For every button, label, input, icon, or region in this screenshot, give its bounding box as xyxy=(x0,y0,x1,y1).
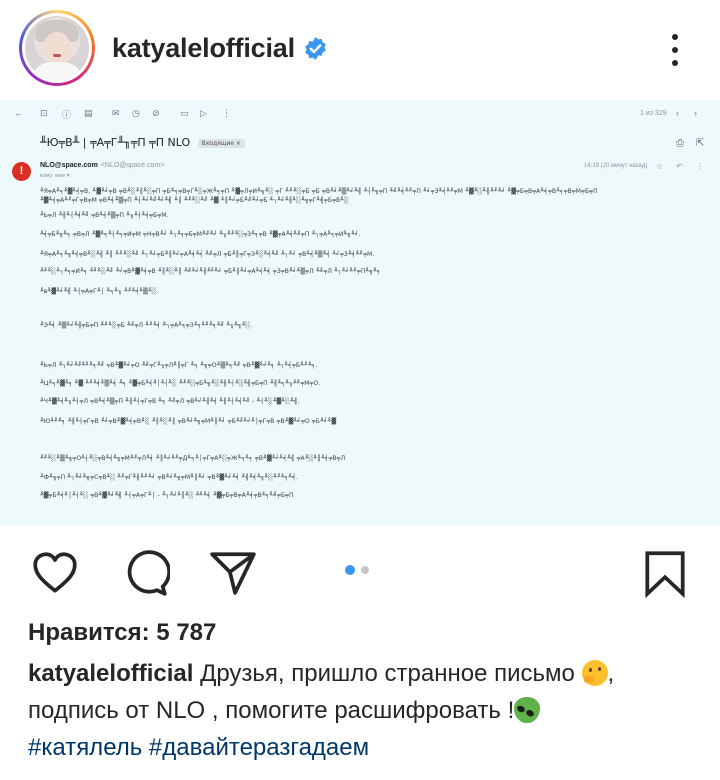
profile-photo xyxy=(25,16,89,80)
sender-name: NLO@space.com xyxy=(40,162,98,169)
prev-icon: ‹ xyxy=(676,108,679,118)
clock-icon: ◷ xyxy=(132,108,140,118)
caption-text: Друзья, пришло странное письмо xyxy=(193,660,575,687)
task-icon: ⊘ xyxy=(152,108,160,118)
back-arrow-icon: ← xyxy=(14,108,23,118)
mail-count: 1 из 329 xyxy=(640,110,667,117)
more-dot xyxy=(672,34,678,40)
avatar-ring-gap xyxy=(22,13,92,83)
mail-body-line: ╨Ч╨▓╨╡╨╖╨┤╤Л ╤В╨╡╨▒╤П ╨╢╨┤╤Г╤В ╨╕ ╨╝╤Л ╤… xyxy=(40,398,300,405)
post-image[interactable]: ← ⊡ ⓘ ▤ ✉ ◷ ⊘ ▭ ▷ ⋮ 1 из 329 ‹ › ╨Ю╤В╨ |… xyxy=(0,100,720,526)
reply-icon: ↶ xyxy=(676,162,683,171)
more-icon: ⋮ xyxy=(696,162,704,171)
comment-icon[interactable] xyxy=(120,548,170,598)
mail-body-line: ╨╡╤Б╨╗╨╕ ╤В╤Л ╨▓╨╕╨┤╨╕╤И╤М ╤Н╤В╨╛ ╨┐╨╕╤Б… xyxy=(40,231,361,238)
mail-body-line: ╨╜╨░╨┐╨╕╤И╨╕ ╨╜╨░╨╝ ╨╛╤В╨▓╨╡╤В ╨║╨░╨║ ╨╝… xyxy=(40,268,381,275)
more-dot xyxy=(672,60,678,66)
move-icon: ▭ xyxy=(180,108,189,118)
archive-icon: ⊡ xyxy=(40,108,48,118)
mail-subject: ╨Ю╤В╨ | ╤А╤Г╨╖╤П ╤П NLO Входящие × xyxy=(40,136,245,149)
mail-body-line: ╨Ь╤Л ╨┐╨╛╨╝╨╜╨╕╨╝ ╤В╨▓╨╛╤О ╨╝╤Г╨╖╤Л╨║╤Г … xyxy=(40,362,318,369)
print-icon: ⎙ xyxy=(676,138,684,149)
post-header: katyalelofficial xyxy=(0,0,720,100)
alien-emoji xyxy=(514,697,541,723)
mail-body-line: ╨Ф╨╗╤П ╨┐╨╛╨╗╤С╤В╨░ ╨╜╤Г╨╢╨╜╨╛ ╤В╨╛╨╗╤М╨… xyxy=(40,474,299,481)
mail-time: 14:19 (20 минут назад) xyxy=(584,163,648,169)
inbox-tag: Входящие × xyxy=(197,138,245,148)
mail-subject-text: ╨Ю╤В╨ | ╤А╤Г╨╖╤П ╤П NLO xyxy=(40,136,191,149)
open-new-icon: ⇱ xyxy=(696,138,705,149)
more-dot xyxy=(672,47,678,53)
heart-icon[interactable] xyxy=(30,548,80,598)
avatar[interactable] xyxy=(19,10,95,86)
mail-body-line: ╨Ю╨╜╨╕ ╨╢╨┤╤Г╤В ╨╛╤В╨▓╨╡╤В╨░ ╨║╨░╨║ ╤В╨╛… xyxy=(40,418,337,425)
share-icon[interactable] xyxy=(208,548,258,598)
mail-body-line: ╨▓╨╡╤А╨╜╤Г╤В╤М ╤В╨╡╨▒╤П ╨┤╨╛╨╝╨╛╨╣ ╨║ ╨╜… xyxy=(40,197,349,204)
mail-body-line: ╨╜╨░╨▒╨╗╤О╨┤╨░╤В╨╡╨╗╤М╨╜╤Л╨╡ ╨║╨╛╨╜╤Д╨╕╨… xyxy=(40,455,346,462)
carousel-dot-active xyxy=(345,565,355,575)
likes-count[interactable]: Нравится: 5 787 xyxy=(28,619,216,647)
mail-body-line: ╨Я╤А╨╕╨▓╨╡╤В, ╨▓╨╛╤В ╤В╨░╨║╨░╤П ╤Б╨╕╤В╤Г… xyxy=(40,188,598,195)
more-icon: ⋮ xyxy=(222,108,231,118)
avatar-face xyxy=(43,32,71,64)
label-icon: ▷ xyxy=(200,108,207,118)
mail-body-line: ╨Ь╤Л ╨╢╨┤╨╡╨╝ ╤В╨╡╨▒╤П ╨╖╨┤╨╡╤Б╤М. xyxy=(40,212,169,219)
mail-body-line: ╨▓╤Б╨╡╨│╨┤╨░ ╤В╨▓╨╛╨╣ ╨┤╤А╤Г╨│ - ╨┐╨╛╨║╨… xyxy=(40,492,294,499)
avatar-coat xyxy=(31,62,83,80)
trash-icon: ▤ xyxy=(84,108,93,118)
mail-body-line: ╨Я╤А╨╕╨╗╨╡╤В╨░╨╣ ╨║ ╨╜╨░╨╝ ╨┐╨╛╤Б╨║╨╛╤А╨… xyxy=(40,251,375,258)
sender-address: <NLO@space.com> xyxy=(100,162,165,169)
mail-toolbar: ← ⊡ ⓘ ▤ ✉ ◷ ⊘ ▭ ▷ ⋮ 1 из 329 ‹ › xyxy=(0,100,720,128)
hashtags[interactable]: #катялель #давайтеразгадаем xyxy=(28,734,369,761)
sender-avatar: ! xyxy=(12,162,31,181)
post-actions xyxy=(0,540,720,604)
to-line: кому: мне ▾ xyxy=(40,173,70,179)
next-icon: › xyxy=(694,108,697,118)
report-icon: ⓘ xyxy=(62,110,72,120)
carousel-indicator xyxy=(345,565,375,575)
bookmark-icon[interactable] xyxy=(640,548,690,598)
more-vertical-icon[interactable] xyxy=(662,30,688,70)
mail-body-line: ╨в╨▓╨╛╨╣ ╨┤╤А╤Г╨│ ╨╕╨╖ ╨╜╨╡╨▒╨░. xyxy=(40,288,159,295)
thinking-face-emoji xyxy=(581,660,608,686)
post-caption: katyalelofficial Друзья, пришло странное… xyxy=(28,655,698,766)
avatar-lips xyxy=(53,54,61,57)
sender-line: NLO@space.com <NLO@space.com> xyxy=(40,162,164,169)
mail-body-line: ╨Э╨╡ ╨▒╨╛╨╣╤Б╤П ╨╜╨░╤Б ╨╝╤Л ╨╜╨╡ ╨┐╤А╨╕╤… xyxy=(40,322,253,329)
star-icon: ☆ xyxy=(656,162,664,171)
header-username[interactable]: katyalelofficial xyxy=(112,33,295,64)
mail-icon: ✉ xyxy=(112,108,120,118)
verified-badge-icon xyxy=(305,37,326,60)
mail-body-line: ╨Ц╨╕╨▓╨╕ ╨▓ ╨╜╨╡╨▒╨╡ ╨╕ ╨▓╤Б╨╡╨│╨┤╨░ ╨╜╨… xyxy=(40,380,321,387)
carousel-dot xyxy=(361,566,369,574)
caption-username[interactable]: katyalelofficial xyxy=(28,660,193,687)
